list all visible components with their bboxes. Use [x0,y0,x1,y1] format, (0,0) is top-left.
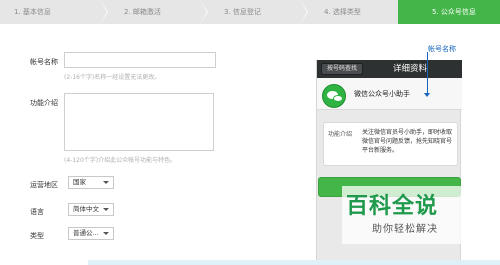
step-label: 4. 选择类型 [324,8,361,16]
account-name-hint: (2-16个字)名称一经设置无法更改。 [64,74,161,81]
region-value: 国家 [73,178,86,186]
step-info-registration: 3. 信息登记 [200,0,308,24]
wechat-logo-icon [322,84,346,108]
step-progress-bar: 1. 基本信息 2. 邮箱激活 3. 信息登记 4. 选择类型 5. 公众号信息 [0,0,500,24]
annotation-label: 帐号名称 [428,45,456,53]
preview-account-name: 微信公众号小助手 [354,90,410,98]
language-label: 语言 [30,208,44,216]
step-label: 5. 公众号信息 [432,8,476,16]
type-value: 普通公... [73,229,99,237]
function-intro-card: 功能介绍 关注微信官员号小助手，即时收取微信官号问题反馈，抢先知晓官号平台新服务… [323,122,458,166]
step-email-activation: 2. 邮箱激活 [100,0,208,24]
step-label: 2. 邮箱激活 [124,8,161,16]
phone-header: 按号码查找 详细资料 [317,60,462,78]
chevron-down-icon [103,232,109,235]
type-label: 类型 [30,232,44,240]
watermark-subtitle: 助你轻松解决 [372,224,438,235]
intro-textarea[interactable] [64,93,214,151]
preview-title: 详细资料 [393,64,428,74]
annotation-line [427,52,428,96]
account-name-label: 帐号名称 [30,58,58,66]
intro-label: 功能介绍 [30,99,58,107]
region-label: 运营地区 [30,181,58,189]
step-account-info: 5. 公众号信息 [398,0,500,24]
function-intro-label: 功能介绍 [328,131,353,138]
step-label: 1. 基本信息 [14,8,51,16]
region-select[interactable]: 国家 [68,176,114,189]
account-name-input[interactable] [64,52,216,68]
bottom-band [88,260,500,265]
function-intro-text: 关注微信官员号小助手，即时收取微信官号问题反馈，抢先知晓官号平台新服务。 [362,129,453,154]
step-label: 3. 信息登记 [224,8,261,16]
annotation-arrow-icon [424,93,430,97]
type-select[interactable]: 普通公... [68,227,114,240]
language-select[interactable]: 简体中文 [68,203,114,216]
intro-hint: (4-120个字)介绍此公众帐号功能与特色。 [64,157,177,164]
chevron-down-icon [103,181,109,184]
step-basic-info: 1. 基本信息 [0,0,108,24]
step-select-type: 4. 选择类型 [300,0,398,24]
language-value: 简体中文 [73,205,99,213]
profile-row: 微信公众号小助手 [317,78,462,110]
watermark: 百科全说 助你轻松解决 [342,186,466,244]
watermark-title: 百科全说 [346,194,439,219]
chevron-down-icon [103,208,109,211]
back-button[interactable]: 按号码查找 [321,63,364,75]
